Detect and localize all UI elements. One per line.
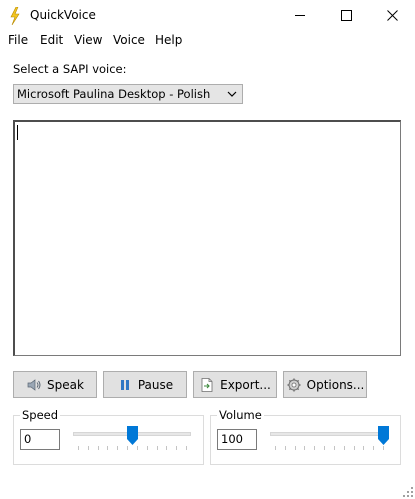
slider-tick (78, 446, 79, 450)
slider-tick (107, 446, 109, 450)
menu-voice[interactable]: Voice (113, 33, 145, 47)
slider-tick (275, 446, 276, 450)
voice-label: Select a SAPI voice: (13, 62, 127, 76)
slider-tick (304, 446, 306, 450)
slider-tick (166, 446, 168, 450)
pause-button[interactable]: Pause (103, 371, 187, 398)
slider-tick (363, 446, 365, 450)
export-document-icon (201, 377, 213, 392)
close-button[interactable] (369, 0, 415, 31)
minimize-button[interactable] (277, 0, 323, 31)
speak-button[interactable]: Speak (13, 371, 97, 398)
speaker-icon (27, 378, 41, 391)
window-title: QuickVoice (30, 8, 96, 22)
slider-tick (127, 446, 129, 450)
menu-file[interactable]: File (8, 33, 28, 47)
slider-tick (343, 446, 345, 450)
minimize-icon (294, 15, 305, 16)
export-button-label: Export... (220, 377, 271, 392)
maximize-button[interactable] (323, 0, 369, 31)
menu-edit[interactable]: Edit (40, 33, 63, 47)
close-icon (386, 10, 398, 21)
voice-select-value: Microsoft Paulina Desktop - Polish (17, 87, 211, 101)
speak-button-label: Speak (47, 377, 84, 392)
slider-tick (383, 446, 384, 450)
slider-tick (294, 446, 296, 450)
menu-view[interactable]: View (74, 33, 102, 47)
slider-tick (97, 446, 99, 450)
pause-icon (120, 379, 129, 390)
speed-label: Speed (20, 408, 61, 422)
slider-tick (373, 446, 375, 450)
options-button-label: Options... (306, 377, 365, 392)
pause-button-label: Pause (137, 377, 174, 392)
menu-help[interactable]: Help (155, 33, 182, 47)
text-caret (17, 125, 18, 140)
speed-value-input[interactable]: 0 (20, 429, 60, 450)
slider-tick (186, 446, 187, 450)
volume-slider-track[interactable] (270, 432, 388, 436)
volume-slider-thumb[interactable] (377, 426, 389, 445)
slider-tick (156, 446, 158, 450)
slider-tick (353, 446, 355, 450)
chevron-down-icon (227, 91, 237, 97)
maximize-icon (340, 10, 352, 21)
volume-label: Volume (217, 408, 264, 422)
slider-tick (284, 446, 286, 450)
export-button[interactable]: Export... (193, 371, 277, 398)
speed-slider-thumb[interactable] (126, 426, 138, 445)
speech-text-area[interactable] (13, 120, 401, 356)
lightning-bolt-icon (10, 7, 20, 25)
volume-value-input[interactable]: 100 (217, 429, 257, 450)
slider-tick (324, 446, 326, 450)
options-button[interactable]: Options... (283, 371, 367, 398)
slider-tick (87, 446, 89, 450)
slider-tick (314, 446, 316, 450)
slider-tick (333, 446, 335, 450)
slider-tick (176, 446, 178, 450)
slider-tick (136, 446, 138, 450)
resize-grip-icon[interactable] (403, 487, 413, 497)
slider-tick (117, 446, 119, 450)
gear-icon (287, 378, 301, 391)
voice-select[interactable]: Microsoft Paulina Desktop - Polish (13, 84, 243, 104)
slider-tick (146, 446, 148, 450)
